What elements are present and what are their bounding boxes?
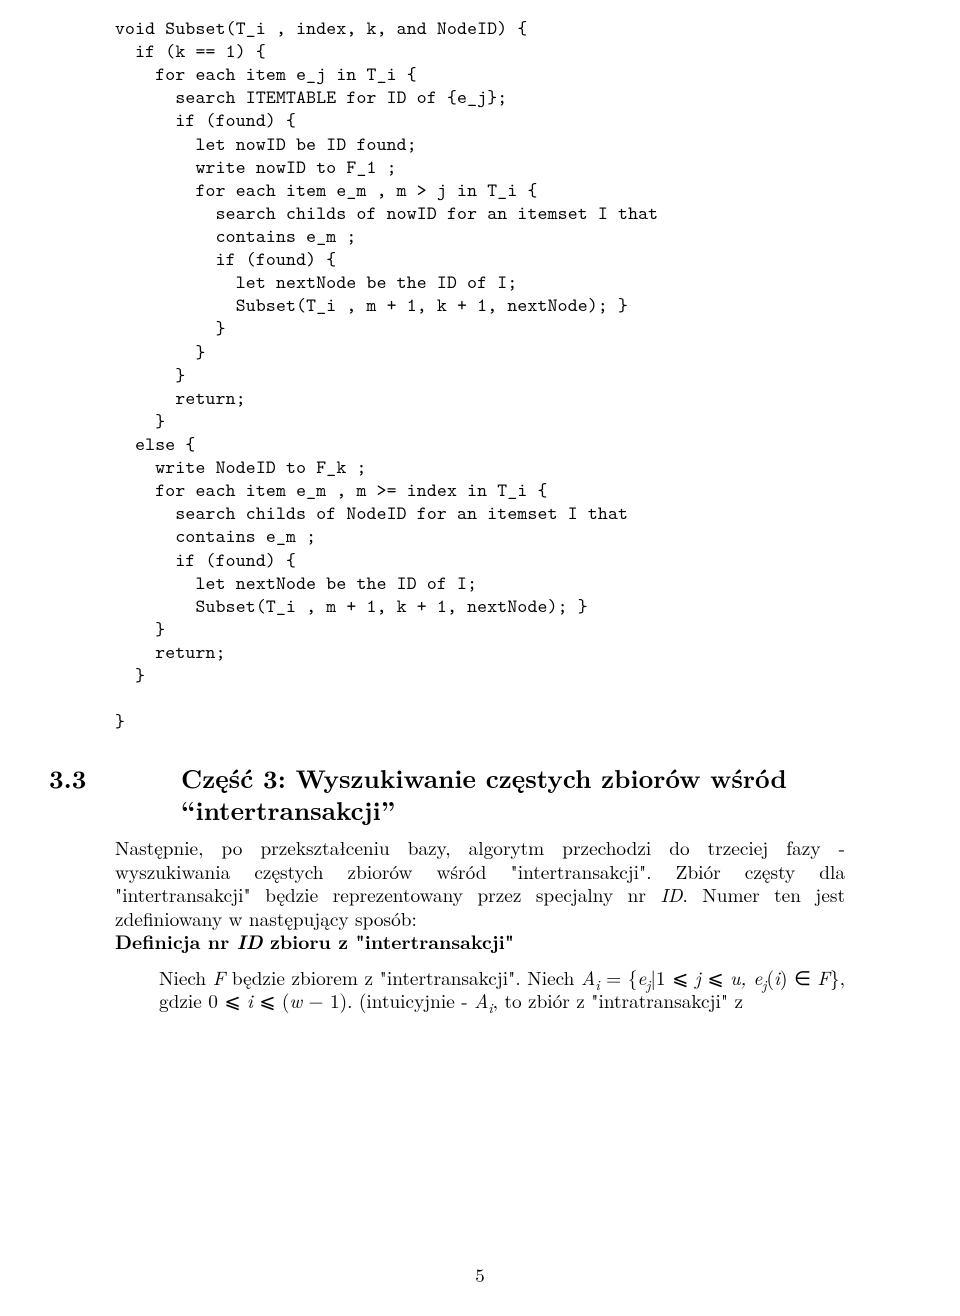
defn-a: Definicja nr [115,927,237,955]
paragraph-1: Następnie, po przekształceniu bazy, algo… [115,836,845,954]
pseudocode-block: void Subset(T_i , index, k, and NodeID) … [115,16,845,732]
section-title-text: Część 3: Wyszukiwanie częstych zbiorów w… [181,759,787,828]
q-tail: , to zbiór z "intratransakcji" z [493,986,743,1014]
q-close: ) ∈ [780,963,817,991]
section-number: 3.3 [115,762,181,794]
q-w: w [289,986,302,1014]
q-Ai2: A [474,986,488,1014]
q-lew: ⩽ ( [253,986,290,1014]
q-F2: F [817,963,830,991]
body-text: Następnie, po przekształceniu bazy, algo… [115,836,845,1013]
defn-id: ID [237,927,263,955]
p1-id: ID [660,880,682,908]
page-number: 5 [0,1261,960,1288]
definition-body: Niech F będzie zbiorem z "intertransakcj… [159,966,845,1013]
page: void Subset(T_i , index, k, and NodeID) … [0,0,960,1316]
definition-label: Definicja nr ID zbioru z "intertransakcj… [115,927,514,955]
q-pi: ( [767,963,775,991]
defn-b: zbioru z "intertransakcji" [263,927,514,955]
q-m1: − 1). (intuicyjnie - [302,986,474,1014]
section-heading: 3.3Część 3: Wyszukiwanie częstych zbioró… [115,762,845,826]
